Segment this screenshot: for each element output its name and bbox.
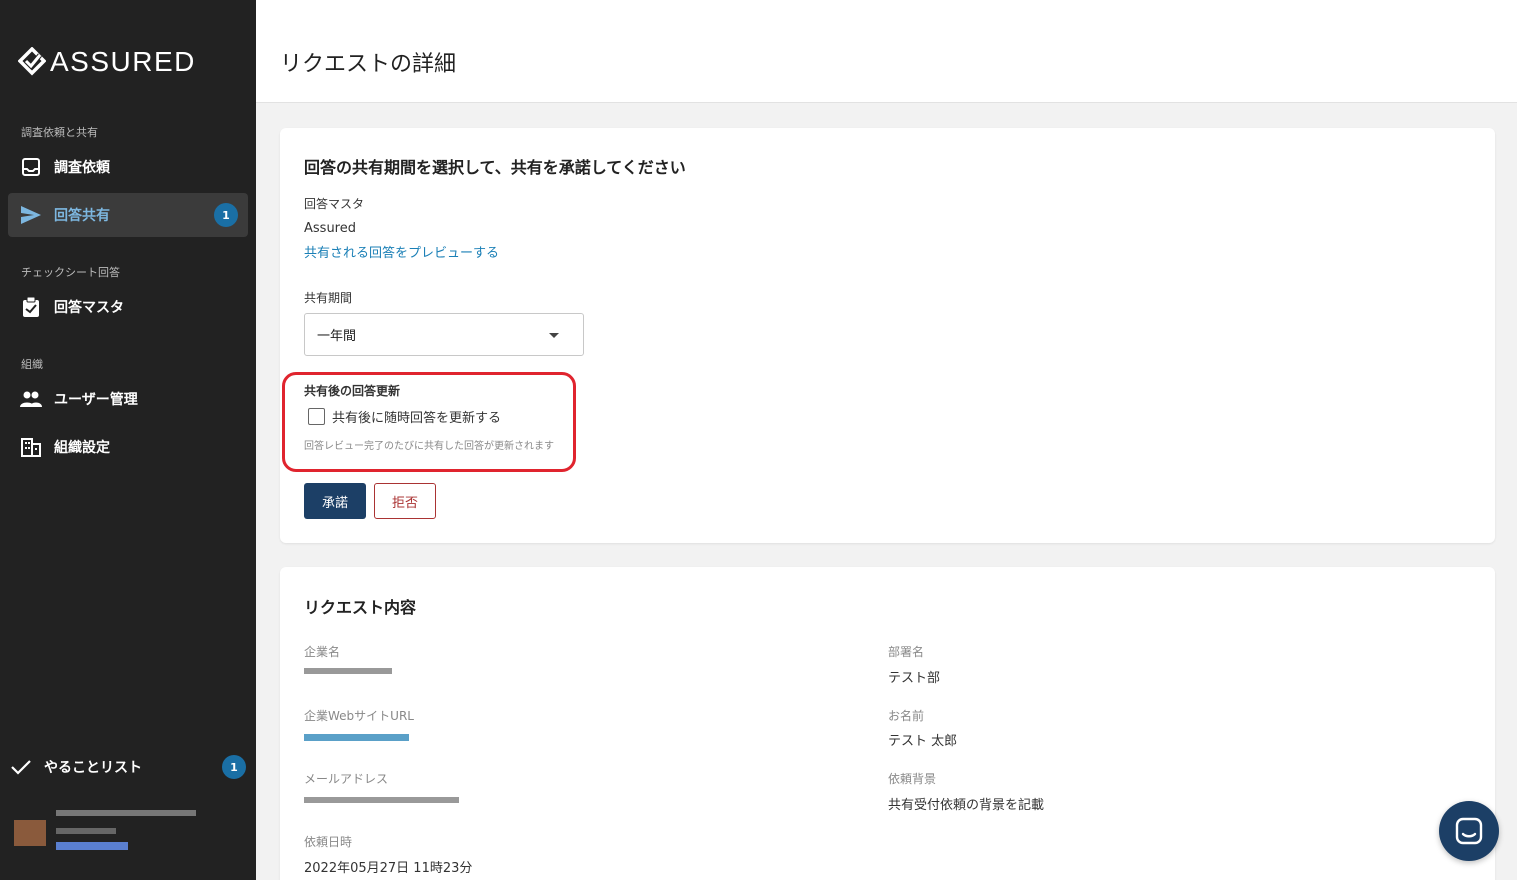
sidebar-item-label: 調査依頼 xyxy=(54,160,110,176)
email-label: メールアドレス xyxy=(304,772,389,786)
sidebar-item-label: ユーザー管理 xyxy=(54,392,138,408)
redacted-user-name xyxy=(56,810,196,816)
page-title: リクエストの詳細 xyxy=(280,52,457,77)
auto-update-hint: 回答レビュー完了のたびに共有した回答が更新されます xyxy=(304,441,554,452)
share-approval-card: 回答の共有期間を選択して、共有を承諾してください 回答マスタ Assured 共… xyxy=(280,128,1495,543)
section-label-org: 組織 xyxy=(21,358,43,371)
department-value: テスト部 xyxy=(888,671,941,686)
clipboard-check-icon xyxy=(20,296,42,318)
inbox-icon xyxy=(20,156,42,178)
check-icon xyxy=(11,760,31,775)
caret-down-icon xyxy=(549,333,559,338)
assured-logo-icon xyxy=(18,47,46,76)
section-label-request: 調査依頼と共有 xyxy=(21,126,98,139)
sidebar-item-label: 回答マスタ xyxy=(54,300,124,316)
sidebar-item-label: 回答共有 xyxy=(54,208,110,224)
request-background-value: 共有受付依頼の背景を記載 xyxy=(888,798,1045,813)
sidebar-item-survey-request[interactable]: 調査依頼 xyxy=(8,145,248,189)
people-icon xyxy=(20,388,42,410)
section-label-checksheet: チェックシート回答 xyxy=(21,266,120,279)
redacted-user-org xyxy=(56,828,116,834)
reject-button[interactable]: 拒否 xyxy=(374,483,436,519)
request-background-label: 依頼背景 xyxy=(888,772,937,786)
contact-name-label: お名前 xyxy=(888,709,925,723)
sidebar-item-org-settings[interactable]: 組織設定 xyxy=(8,425,248,469)
company-name-label: 企業名 xyxy=(304,645,341,659)
request-card-title: リクエスト内容 xyxy=(304,598,417,617)
share-period-value: 一年間 xyxy=(317,329,357,344)
page-header: リクエストの詳細 xyxy=(256,0,1517,103)
request-date-label: 依頼日時 xyxy=(304,835,353,849)
sidebar-item-answer-master[interactable]: 回答マスタ xyxy=(8,285,248,329)
building-icon xyxy=(20,436,42,458)
redacted-company-name xyxy=(304,668,392,674)
sidebar-item-user-management[interactable]: ユーザー管理 xyxy=(8,377,248,421)
contact-name-value: テスト 太郎 xyxy=(888,734,958,749)
answer-update-label: 共有後の回答更新 xyxy=(304,384,401,398)
chat-launcher-button[interactable] xyxy=(1439,801,1499,861)
redacted-company-website[interactable] xyxy=(304,734,409,741)
brand-logo[interactable]: ASSURED xyxy=(18,46,196,78)
todo-badge: 1 xyxy=(222,755,246,779)
avatar xyxy=(14,820,46,846)
user-profile[interactable] xyxy=(14,806,244,856)
sidebar-item-label: 組織設定 xyxy=(54,440,110,456)
todo-label: やることリスト xyxy=(44,760,142,776)
send-icon xyxy=(20,204,42,226)
auto-update-checkbox[interactable] xyxy=(308,408,325,425)
company-website-label: 企業WebサイトURL xyxy=(304,709,414,723)
request-date-value: 2022年05月27日 11時23分 xyxy=(304,861,473,876)
notification-badge: 1 xyxy=(214,203,238,227)
todo-list-link[interactable]: やることリスト 1 xyxy=(10,754,248,780)
preview-answers-link[interactable]: 共有される回答をプレビューする xyxy=(304,242,499,261)
share-period-select[interactable]: 一年間 xyxy=(304,313,584,356)
share-card-title: 回答の共有期間を選択して、共有を承諾してください xyxy=(304,158,686,177)
share-period-label: 共有期間 xyxy=(304,291,353,305)
answer-master-value: Assured xyxy=(304,221,356,236)
redacted-user-detail xyxy=(56,842,128,850)
brand-name: ASSURED xyxy=(50,46,196,77)
redacted-email xyxy=(304,797,459,803)
accept-button[interactable]: 承諾 xyxy=(304,483,366,519)
answer-master-label: 回答マスタ xyxy=(304,197,365,211)
chat-icon xyxy=(1455,817,1483,845)
department-label: 部署名 xyxy=(888,645,925,659)
sidebar-item-answer-share[interactable]: 回答共有 1 xyxy=(8,193,248,237)
request-details-card: リクエスト内容 企業名 企業WebサイトURL メールアドレス 依頼日時 202… xyxy=(280,567,1495,880)
sidebar: ASSURED 調査依頼と共有 調査依頼 回答共有 1 チェックシート回答 回答… xyxy=(0,0,256,880)
auto-update-checkbox-label[interactable]: 共有後に随時回答を更新する xyxy=(332,407,501,426)
